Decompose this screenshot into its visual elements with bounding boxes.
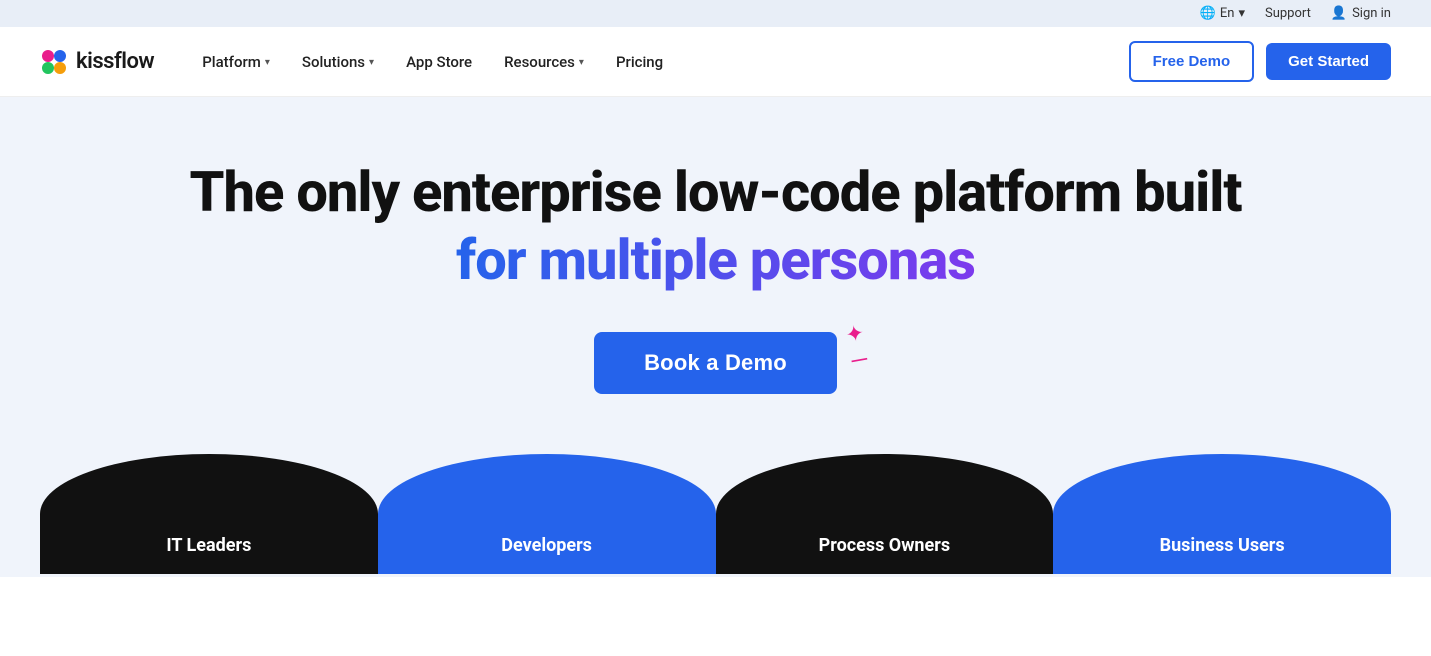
business-users-label: Business Users [1160, 535, 1285, 556]
nav-item-platform[interactable]: Platform ▾ [190, 45, 282, 79]
it-leaders-label: IT Leaders [166, 535, 251, 556]
solutions-chevron: ▾ [369, 57, 374, 68]
personas-row: IT Leaders Developers Process Owners Bus… [40, 454, 1391, 574]
top-bar: 🌐 En ▾ Support 👤 Sign in [0, 0, 1431, 27]
resources-chevron: ▾ [579, 57, 584, 68]
language-label: En [1220, 6, 1235, 21]
process-owners-label: Process Owners [819, 535, 950, 556]
nav-left: kissflow Platform ▾ Solutions ▾ App Stor… [40, 45, 675, 79]
logo-text: kissflow [76, 49, 154, 74]
hero-title-line1: The only enterprise low-code platform bu… [190, 160, 1242, 224]
persona-card-developers[interactable]: Developers [378, 454, 716, 574]
hero-title-line2: for multiple personas [456, 228, 975, 292]
person-icon: 👤 [1331, 6, 1347, 21]
sparkle-icon: ✦─ [844, 321, 871, 374]
nav-item-solutions[interactable]: Solutions ▾ [290, 45, 386, 79]
hero-cta-area: Book a Demo ✦─ [594, 332, 837, 394]
nav-links: Platform ▾ Solutions ▾ App Store Resourc… [190, 45, 675, 79]
get-started-button[interactable]: Get Started [1266, 43, 1391, 80]
appstore-label: App Store [406, 53, 472, 71]
sign-in-link[interactable]: 👤 Sign in [1331, 6, 1391, 21]
support-link[interactable]: Support [1265, 6, 1311, 21]
book-demo-button[interactable]: Book a Demo [594, 332, 837, 394]
pricing-label: Pricing [616, 53, 663, 71]
signin-label: Sign in [1352, 6, 1391, 21]
platform-label: Platform [202, 53, 261, 71]
platform-chevron: ▾ [265, 57, 270, 68]
nav-item-resources[interactable]: Resources ▾ [492, 45, 596, 79]
navbar: kissflow Platform ▾ Solutions ▾ App Stor… [0, 27, 1431, 97]
persona-card-business-users[interactable]: Business Users [1053, 454, 1391, 574]
solutions-label: Solutions [302, 53, 365, 71]
globe-icon: 🌐 [1200, 6, 1216, 21]
hero-section: The only enterprise low-code platform bu… [0, 97, 1431, 577]
lang-chevron: ▾ [1238, 6, 1245, 21]
nav-item-pricing[interactable]: Pricing [604, 45, 675, 79]
persona-card-it-leaders[interactable]: IT Leaders [40, 454, 378, 574]
persona-card-process-owners[interactable]: Process Owners [716, 454, 1054, 574]
logo[interactable]: kissflow [40, 48, 154, 76]
developers-label: Developers [501, 535, 592, 556]
language-selector[interactable]: 🌐 En ▾ [1200, 6, 1245, 21]
nav-right: Free Demo Get Started [1129, 41, 1391, 82]
resources-label: Resources [504, 53, 575, 71]
logo-icon [40, 48, 68, 76]
hero-gradient-text: for multiple personas [456, 227, 975, 293]
nav-item-appstore[interactable]: App Store [394, 45, 484, 79]
free-demo-button[interactable]: Free Demo [1129, 41, 1255, 82]
